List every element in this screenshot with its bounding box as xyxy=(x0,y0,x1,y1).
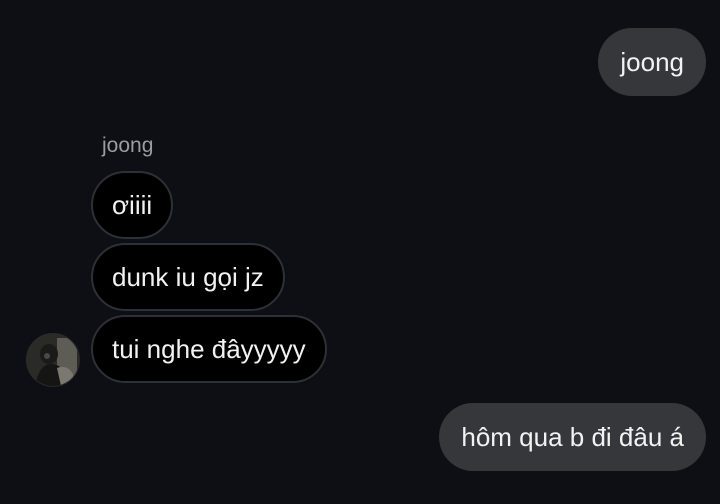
chat-thread: joong joong ơiiii dunk iu gọi jz tui ngh… xyxy=(0,0,720,504)
incoming-message-bubble[interactable]: dunk iu gọi jz xyxy=(91,243,285,311)
avatar-photo-icon xyxy=(27,334,79,386)
message-text: joong xyxy=(620,46,684,77)
message-text: hôm qua b đi đâu á xyxy=(461,421,684,452)
incoming-message-bubble[interactable]: tui nghe đâyyyyy xyxy=(91,315,327,383)
outgoing-message-bubble[interactable]: hôm qua b đi đâu á xyxy=(439,403,706,471)
incoming-message-bubble[interactable]: ơiiii xyxy=(91,171,174,239)
message-text: tui nghe đâyyyyy xyxy=(112,333,306,364)
message-text: ơiiii xyxy=(112,189,153,220)
sender-avatar[interactable] xyxy=(26,333,80,387)
message-text: dunk iu gọi jz xyxy=(112,261,264,292)
sender-name: joong xyxy=(102,134,154,157)
outgoing-message-bubble[interactable]: joong xyxy=(598,28,706,96)
